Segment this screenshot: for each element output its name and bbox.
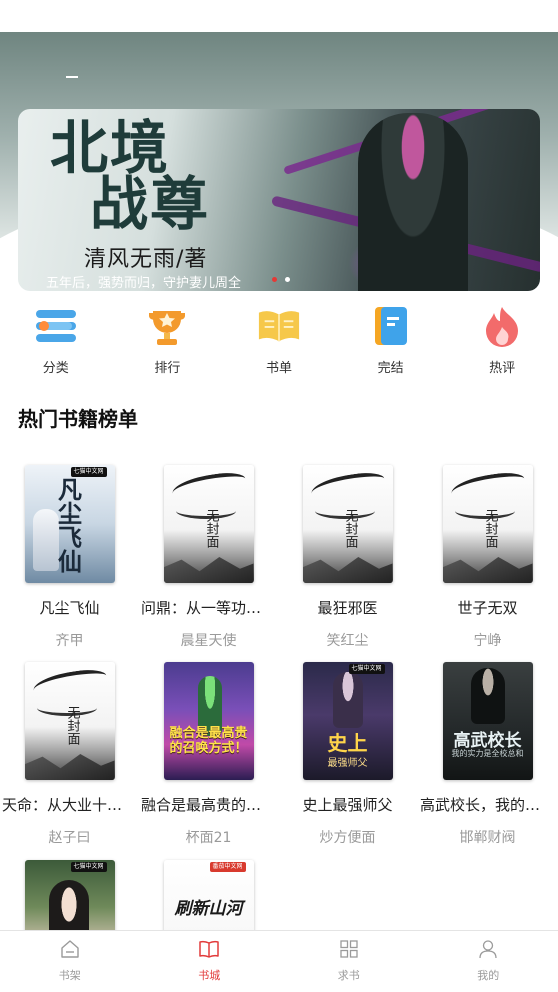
trophy-icon	[145, 304, 189, 348]
quick-menu-ranking[interactable]: 排行	[112, 304, 224, 384]
cover-art	[332, 672, 363, 728]
carousel-dot[interactable]	[285, 277, 290, 282]
status-bar	[0, 0, 558, 32]
book-title[interactable]: 世子无双	[418, 597, 557, 618]
cover-title: 无封面	[342, 509, 358, 548]
cover-art	[442, 557, 533, 583]
publisher-badge: 七猫中文网	[70, 467, 107, 477]
cover-title: 无封面	[64, 706, 80, 745]
quick-menu: 分类 排行 书单 完结 热评	[0, 304, 558, 384]
cover-art	[163, 557, 254, 583]
publisher-badge: 番茄中文网	[209, 862, 246, 872]
section-title: 热门书籍榜单	[18, 407, 138, 431]
tab-label: 书架	[58, 969, 81, 982]
cover-title: 凡尘飞仙	[53, 477, 83, 573]
book-author: 晨星天使	[180, 633, 237, 649]
tab-profile[interactable]: 我的	[419, 931, 558, 992]
finished-book-icon	[369, 304, 413, 348]
banner-title: 北境 战尊	[50, 119, 280, 233]
cover-subtitle: 我的实力是全校总和	[451, 749, 524, 758]
grid-icon	[340, 940, 358, 958]
book-card[interactable]: 无封面 问鼎：从一等功臣开始 晨星天使	[139, 465, 278, 650]
cover-subtitle: 最强师父	[327, 758, 368, 769]
carousel-indicator	[272, 277, 290, 282]
cover-art	[309, 469, 386, 503]
quick-menu-category[interactable]: 分类	[0, 304, 112, 384]
book-card[interactable]: 史上 最强师父 七猫中文网 史上最强师父 炒方便面	[278, 662, 417, 847]
book-cover[interactable]: 高武校长 我的实力是全校总和	[442, 662, 533, 780]
banner-title-line2: 战尊	[90, 170, 211, 238]
book-cover[interactable]: 史上 最强师父 七猫中文网	[302, 662, 393, 780]
book-title[interactable]: 天命：从大业十二年开始	[0, 794, 139, 815]
quick-menu-hot-review[interactable]: 热评	[446, 304, 558, 384]
cover-art	[24, 754, 115, 780]
book-cover[interactable]: 无封面	[163, 465, 254, 583]
tab-bookshelf[interactable]: 书架	[0, 931, 140, 992]
tab-label: 我的	[477, 969, 500, 982]
banner-character-image	[358, 113, 468, 291]
book-author: 笑红尘	[326, 633, 369, 649]
book-card[interactable]: 无封面 世子无双 宁峥	[418, 465, 557, 650]
book-cover[interactable]: 无封面	[24, 662, 115, 780]
cover-art	[470, 668, 505, 724]
book-title[interactable]: 最狂邪医	[278, 597, 417, 618]
book-title[interactable]: 史上最强师父	[278, 794, 417, 815]
cover-title: 史上	[327, 731, 368, 755]
tab-label: 书城	[198, 969, 221, 982]
bottom-tab-bar: 书架 书城 求书 我的	[0, 930, 558, 992]
book-author: 宁峥	[473, 633, 502, 649]
book-cover[interactable]: 融合是最高贵的召唤方式！	[163, 662, 254, 780]
book-author: 炒方便面	[319, 830, 376, 846]
book-title[interactable]: 融合是最高贵的召唤方式	[139, 794, 278, 815]
book-author: 赵子曰	[48, 830, 91, 846]
book-title[interactable]: 问鼎：从一等功臣开始	[139, 597, 278, 618]
quick-menu-label: 分类	[42, 361, 69, 376]
banner-title-line1: 北境	[50, 114, 171, 182]
book-card[interactable]: 无封面 天命：从大业十二年开始 赵子曰	[0, 662, 139, 847]
book-card[interactable]: 融合是最高贵的召唤方式！ 融合是最高贵的召唤方式 杯面21	[139, 662, 278, 847]
quick-menu-label: 书单	[265, 361, 292, 376]
book-card[interactable]: 高武校长 我的实力是全校总和 高武校长，我的实力是全校总和 邯郸财阀	[418, 662, 557, 847]
book-title[interactable]: 高武校长，我的实力是全校总和	[418, 794, 557, 815]
flame-icon	[480, 304, 524, 348]
book-cover[interactable]: 凡尘飞仙 七猫中文网	[24, 465, 115, 583]
cover-title: 融合是最高贵的召唤方式！	[169, 726, 248, 756]
book-card[interactable]: 无封面 最狂邪医 笑红尘	[278, 465, 417, 650]
quick-menu-label: 排行	[154, 361, 181, 376]
bookstore-icon	[199, 940, 219, 958]
book-card[interactable]: 凡尘飞仙 七猫中文网 凡尘飞仙 齐甲	[0, 465, 139, 650]
book-list-icon	[257, 304, 301, 348]
quick-menu-finished[interactable]: 完结	[335, 304, 447, 384]
menu-dash-icon[interactable]	[66, 76, 78, 78]
carousel-dot-active[interactable]	[272, 277, 277, 282]
banner-carousel[interactable]: 北境 战尊 清风无雨/著 五年后，强势而归，守护妻儿周全	[18, 109, 540, 291]
book-cover[interactable]: 无封面	[442, 465, 533, 583]
tab-bookstore[interactable]: 书城	[140, 931, 280, 992]
publisher-badge: 七猫中文网	[70, 862, 107, 872]
book-author: 杯面21	[185, 830, 232, 846]
category-icon	[34, 304, 78, 348]
cover-art	[31, 666, 108, 700]
quick-menu-booklist[interactable]: 书单	[223, 304, 335, 384]
banner-author: 清风无雨/著	[84, 247, 208, 272]
cover-title: 刷新山河	[174, 899, 243, 919]
book-author: 齐甲	[55, 633, 84, 649]
book-author: 邯郸财阀	[459, 830, 516, 846]
bookshelf-icon	[61, 940, 79, 958]
cover-art	[302, 557, 393, 583]
cover-title: 无封面	[203, 509, 219, 548]
profile-icon	[479, 940, 497, 959]
tab-request-book[interactable]: 求书	[279, 931, 419, 992]
banner-tagline: 五年后，强势而归，守护妻儿周全	[46, 276, 242, 291]
publisher-badge: 七猫中文网	[348, 664, 385, 674]
tab-label: 求书	[337, 969, 360, 982]
cover-title: 无封面	[482, 509, 498, 548]
quick-menu-label: 完结	[377, 361, 404, 376]
quick-menu-label: 热评	[489, 361, 516, 376]
cover-art	[449, 469, 526, 503]
book-cover[interactable]: 无封面	[302, 465, 393, 583]
cover-art	[170, 469, 247, 503]
book-title[interactable]: 凡尘飞仙	[0, 597, 139, 618]
